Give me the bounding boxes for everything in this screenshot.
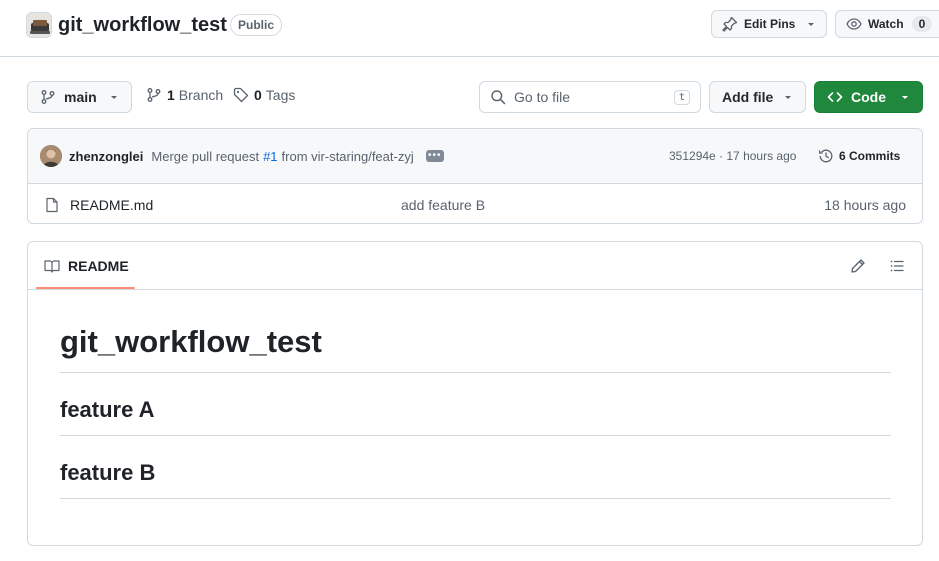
code-icon: [827, 89, 843, 105]
git-branch-icon: [146, 87, 162, 103]
table-row[interactable]: README.md add feature B 18 hours ago: [28, 185, 922, 223]
branches-count: 1: [167, 87, 175, 103]
commit-author[interactable]: zhenzonglei: [69, 149, 143, 164]
keyboard-shortcut-hint: t: [673, 89, 690, 105]
commits-count-label: 6 Commits: [839, 149, 901, 163]
commit-message-suffix: from vir-staring/feat-zyj: [281, 148, 414, 164]
branch-name: main: [64, 89, 97, 105]
tags-label: Tags: [265, 87, 296, 103]
readme-panel: README git_workflow_test feature A featu…: [27, 241, 923, 546]
git-branch-icon: [40, 89, 56, 105]
edit-readme-button[interactable]: [848, 256, 868, 276]
file-browser: zhenzonglei Merge pull request #1 from vir…: [27, 128, 923, 224]
chevron-down-icon: [806, 19, 816, 29]
eye-icon: [846, 16, 862, 32]
list-unordered-icon: [889, 258, 905, 274]
branches-label: Branch: [178, 87, 224, 103]
watch-count: 0: [911, 16, 933, 32]
readme-content: git_workflow_test feature A feature B: [60, 322, 891, 499]
pencil-icon: [850, 258, 866, 274]
pin-icon: [722, 16, 738, 32]
history-icon: [818, 148, 834, 164]
repo-header: git_workflow_test Public Edit Pins Watch…: [0, 0, 939, 57]
ellipsis-icon: •••: [427, 150, 442, 161]
readme-heading: feature B: [60, 458, 891, 499]
repo-name[interactable]: git_workflow_test: [58, 12, 227, 38]
readme-tab-label: README: [68, 258, 129, 274]
tags-count: 0: [254, 87, 262, 103]
readme-header: README: [28, 242, 922, 290]
repo-owner-avatar[interactable]: [26, 12, 52, 38]
visibility-badge: Public: [230, 14, 283, 36]
active-tab-indicator: [36, 287, 135, 289]
watch-label: Watch: [868, 17, 904, 31]
readme-heading: feature A: [60, 395, 891, 436]
chevron-down-icon: [783, 92, 793, 102]
commit-message[interactable]: Merge pull request #1 from vir-staring/fea…: [151, 149, 413, 164]
branch-select-button[interactable]: main: [27, 81, 132, 113]
commits-history-link[interactable]: 6 Commits: [818, 148, 900, 164]
file-icon: [44, 197, 60, 213]
watch-button[interactable]: Watch 0: [835, 10, 939, 38]
commit-sha-time[interactable]: 351294e · 17 hours ago: [669, 149, 796, 163]
latest-commit-bar: zhenzonglei Merge pull request #1 from vir…: [28, 129, 922, 184]
branches-link[interactable]: 1 Branch: [146, 87, 223, 103]
file-age: 18 hours ago: [824, 197, 906, 213]
add-file-button[interactable]: Add file: [709, 81, 806, 113]
go-to-file-input[interactable]: Go to file t: [479, 81, 701, 113]
file-commit-message[interactable]: add feature B: [401, 197, 485, 213]
tab-readme[interactable]: README: [36, 242, 135, 290]
edit-pins-label: Edit Pins: [744, 17, 796, 31]
go-to-file-placeholder: Go to file: [514, 89, 571, 105]
code-button[interactable]: Code: [814, 81, 923, 113]
file-name[interactable]: README.md: [70, 197, 153, 213]
search-icon: [490, 89, 506, 105]
tag-icon: [233, 87, 249, 103]
chevron-down-icon: [109, 92, 119, 102]
tags-link[interactable]: 0 Tags: [233, 87, 295, 103]
add-file-label: Add file: [722, 89, 774, 105]
pull-request-link[interactable]: #1: [263, 149, 277, 164]
expand-commit-message-button[interactable]: •••: [425, 150, 444, 162]
edit-pins-button[interactable]: Edit Pins: [711, 10, 827, 38]
book-icon: [44, 258, 60, 274]
code-label: Code: [851, 89, 886, 105]
readme-title: git_workflow_test: [60, 322, 891, 373]
commit-message-prefix: Merge pull request: [151, 148, 260, 164]
avatar[interactable]: [40, 145, 62, 167]
chevron-down-icon: [900, 92, 910, 102]
outline-button[interactable]: [887, 256, 907, 276]
